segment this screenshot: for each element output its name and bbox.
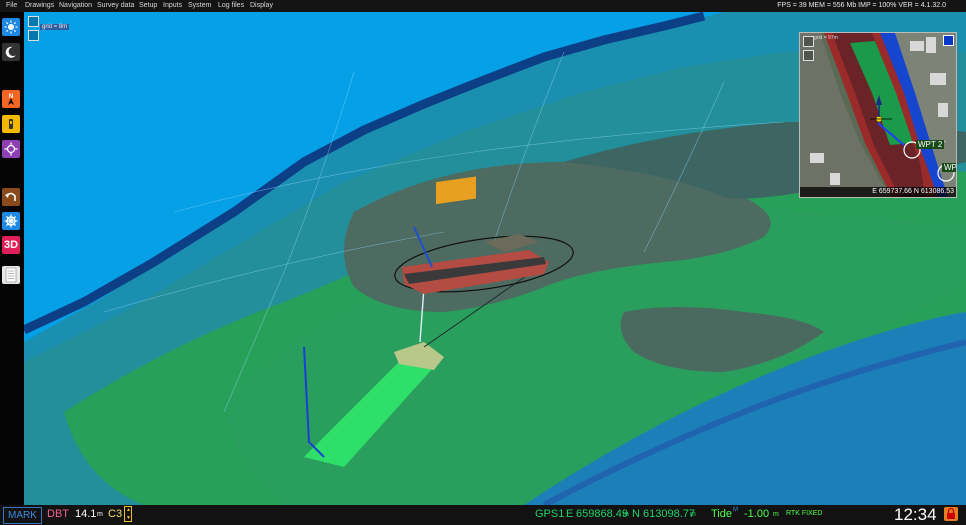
menu-bar: File Drawings Navigation Survey data Set… (0, 0, 966, 12)
sun-icon (4, 20, 18, 34)
minimap-coordinates: E 659737.66 N 613086.53 (800, 187, 956, 197)
lock-icon (947, 507, 955, 519)
minimap-zoom-out[interactable] (803, 50, 814, 61)
minimap-render (800, 33, 956, 197)
vessel-icon (9, 119, 13, 129)
northing-unit: m (690, 511, 696, 518)
crosshair-icon (4, 142, 18, 156)
tide-mode: M (733, 507, 738, 513)
menu-navigation[interactable]: Navigation (59, 0, 92, 12)
easting-unit: m (623, 511, 629, 518)
undo-button[interactable] (2, 188, 20, 206)
dbt-label: DBT (47, 508, 69, 520)
easting-label: E (566, 508, 574, 520)
helm-icon (4, 214, 18, 228)
rtk-status: RTK FIXED (786, 510, 823, 517)
left-toolbar: N 3D (0, 12, 24, 505)
lock-button[interactable] (944, 507, 958, 521)
gps-label: GPS1 (535, 508, 565, 520)
dbt-unit: m (97, 511, 103, 518)
c3-down-icon: ▼ (126, 515, 131, 521)
menu-display[interactable]: Display (250, 0, 273, 12)
settings-button[interactable] (2, 212, 20, 230)
moon-icon (5, 46, 16, 58)
north-arrow-icon: N (8, 94, 14, 105)
minimap-zoom-in[interactable] (803, 36, 814, 47)
waypoint-label: WPT 2 (916, 140, 945, 149)
center-view-button[interactable] (2, 140, 20, 158)
menu-file[interactable]: File (6, 0, 17, 12)
notes-button[interactable] (2, 266, 20, 284)
tide-label: Tide (711, 508, 732, 520)
notes-icon (5, 267, 17, 283)
day-mode-button[interactable] (2, 18, 20, 36)
3d-icon: 3D (3, 239, 19, 251)
c3-stepper[interactable]: ▲ ▼ (124, 506, 132, 522)
menu-inputs[interactable]: Inputs (163, 0, 182, 12)
tide-value: -1.00 (744, 508, 770, 520)
menu-setup[interactable]: Setup (139, 0, 157, 12)
menu-system[interactable]: System (188, 0, 211, 12)
mark-button[interactable]: MARK (3, 507, 42, 524)
minimap-layer-icon[interactable] (943, 35, 954, 46)
3d-view-button[interactable]: 3D (2, 236, 20, 254)
dbt-value: 14.1 (75, 508, 97, 520)
zoom-in-box[interactable] (28, 16, 39, 27)
minimap-grid-label: grid = 97m (814, 35, 838, 41)
vessel-view-button[interactable] (2, 115, 20, 133)
night-mode-button[interactable] (2, 43, 20, 61)
easting-value: 659868.49 (576, 508, 628, 520)
undo-icon (5, 192, 16, 201)
menu-drawings[interactable]: Drawings (25, 0, 54, 12)
tide-unit: m (773, 511, 779, 518)
waypoint2-label: WPT (942, 163, 956, 172)
northing-value: 613098.77 (643, 508, 695, 520)
clock: 12:34 (894, 505, 937, 524)
system-status: FPS = 39 MEM = 556 Mb IMP = 100% VER = 4… (777, 2, 946, 9)
3d-scene-view[interactable]: grid = 8m grid = 97m WPT 2 WP E 659737.6… (24, 12, 966, 505)
minimap[interactable]: grid = 97m WPT 2 WPT E 659737.66 N 61308… (799, 32, 957, 198)
menu-log-files[interactable]: Log files (218, 0, 244, 12)
grid-scale-label: grid = 8m (40, 24, 70, 30)
northing-label: N (632, 508, 640, 520)
north-up-button[interactable]: N (2, 90, 20, 108)
c3-up-icon: ▲ (126, 507, 131, 513)
status-bar: MARK DBT 14.1 m C3 ▲ ▼ GPS1 E 659868.49 … (0, 505, 966, 525)
zoom-out-box[interactable] (28, 30, 39, 41)
c3-label: C3 (108, 508, 123, 520)
menu-survey-data[interactable]: Survey data (97, 0, 134, 12)
